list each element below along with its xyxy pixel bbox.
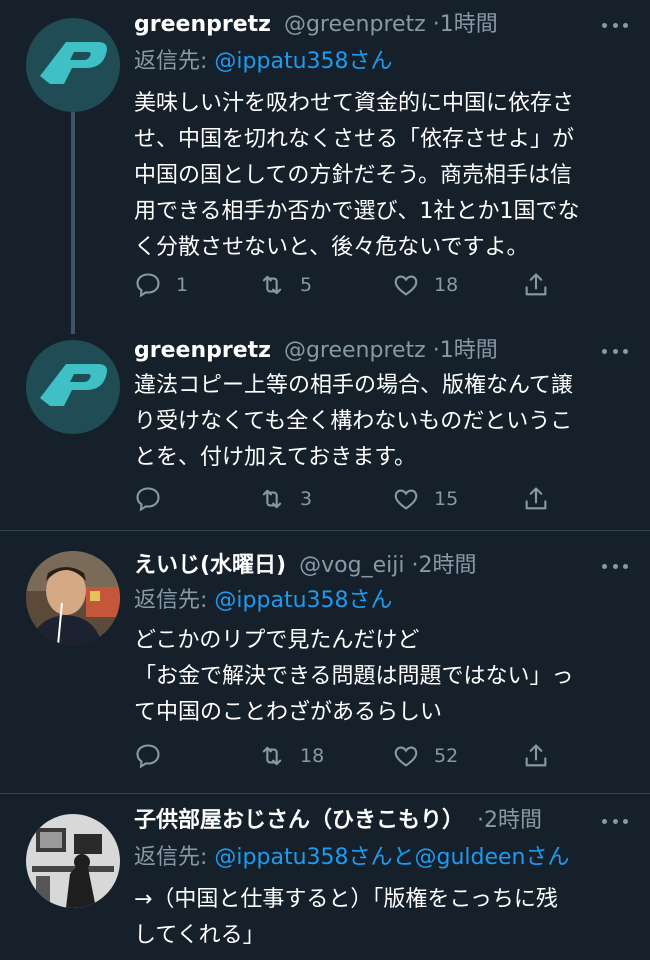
share-icon — [525, 487, 547, 510]
avatar-logo-icon — [26, 340, 120, 434]
timestamp[interactable]: ·2時間 — [411, 553, 476, 578]
reply-icon — [136, 273, 160, 298]
like-button[interactable]: 15 — [392, 482, 458, 516]
display-name[interactable]: greenpretz — [134, 338, 271, 363]
tweet-header: greenpretz @greenpretz ·1時間 — [134, 8, 498, 42]
more-icon[interactable] — [602, 346, 628, 356]
tweet-actions: 1 5 18 — [134, 268, 604, 302]
reply-prefix: 返信先: — [134, 845, 208, 870]
retweet-count: 5 — [300, 274, 313, 296]
reply-button[interactable] — [134, 482, 176, 516]
reply-prefix: 返信先: — [134, 588, 208, 613]
reply-context: 返信先: @ippatu358さん — [134, 585, 393, 617]
share-button[interactable] — [522, 482, 564, 516]
retweet-button[interactable]: 3 — [258, 482, 312, 516]
reply-context: 返信先: @ippatu358さんと@guldeenさん — [134, 842, 570, 874]
tweet-1[interactable]: greenpretz @greenpretz ·1時間 返信先: @ippatu… — [0, 0, 650, 330]
handle[interactable]: @greenpretz — [284, 12, 426, 37]
retweet-icon — [262, 746, 282, 766]
avatar-logo-icon — [26, 18, 120, 112]
reply-count: 1 — [176, 274, 189, 296]
like-icon — [394, 489, 418, 510]
retweet-icon — [262, 489, 282, 509]
share-icon — [525, 273, 547, 296]
retweet-count: 3 — [300, 488, 313, 510]
share-icon — [525, 744, 547, 767]
display-name[interactable]: 子供部屋おじさん（ひきこもり） — [134, 808, 464, 833]
avatar[interactable] — [26, 340, 120, 434]
reply-context: 返信先: @ippatu358さん — [134, 46, 393, 78]
tweet-3[interactable]: えいじ(水曜日) @vog_eiji ·2時間 返信先: @ippatu358さ… — [0, 531, 650, 793]
like-icon — [394, 275, 418, 296]
like-count: 15 — [434, 488, 459, 510]
share-button[interactable] — [522, 268, 564, 302]
reply-icon — [136, 744, 160, 769]
reply-button[interactable]: 1 — [134, 268, 188, 302]
tweet-text: →（中国と仕事すると）「版権をこっちに残 してくれる」 — [134, 887, 558, 948]
like-button[interactable]: 52 — [392, 739, 458, 773]
more-icon[interactable] — [602, 20, 628, 30]
tweet-header: 子供部屋おじさん（ひきこもり） ·2時間 — [134, 804, 542, 838]
tweet-actions: 3 15 — [134, 482, 604, 516]
display-name[interactable]: greenpretz — [134, 12, 271, 37]
reply-prefix: 返信先: — [134, 49, 208, 74]
avatar-illustration-icon — [26, 814, 120, 908]
more-icon[interactable] — [602, 561, 628, 571]
retweet-button[interactable]: 18 — [258, 739, 324, 773]
tweet-actions: 18 52 — [134, 739, 604, 773]
reply-mention-link[interactable]: @ippatu358さん — [214, 588, 392, 613]
share-button[interactable] — [522, 739, 564, 773]
avatar[interactable] — [26, 551, 120, 645]
display-name[interactable]: えいじ(水曜日) — [134, 553, 286, 578]
retweet-icon — [262, 275, 282, 295]
reply-button[interactable] — [134, 739, 176, 773]
timestamp[interactable]: ·1時間 — [433, 12, 498, 37]
avatar[interactable] — [26, 814, 120, 908]
tweet-header: greenpretz @greenpretz ·1時間 — [134, 334, 498, 368]
tweet-header: えいじ(水曜日) @vog_eiji ·2時間 — [134, 549, 476, 583]
tweet-2[interactable]: greenpretz @greenpretz ·1時間 違法コピー上等の相手の場… — [0, 330, 650, 530]
tweet-4[interactable]: 子供部屋おじさん（ひきこもり） ·2時間 返信先: @ippatu358さんと@… — [0, 794, 650, 960]
timestamp[interactable]: ·2時間 — [477, 808, 542, 833]
like-count: 52 — [434, 745, 459, 767]
tweet-text: 美味しい汁を吸わせて資金的に中国に依存さ せ、中国を切れなくさせる「依存させよ」… — [134, 91, 580, 260]
retweet-count: 18 — [300, 745, 325, 767]
like-button[interactable]: 18 — [392, 268, 458, 302]
like-icon — [394, 746, 418, 767]
like-count: 18 — [434, 274, 459, 296]
timestamp[interactable]: ·1時間 — [433, 338, 498, 363]
reply-icon — [136, 487, 160, 512]
avatar[interactable] — [26, 18, 120, 112]
handle[interactable]: @vog_eiji — [299, 553, 404, 578]
tweet-text: 違法コピー上等の相手の場合、版権なんて譲 り受けなくても全く構わないものだという… — [134, 373, 573, 470]
avatar-photo-icon — [26, 551, 120, 645]
tweet-text: どこかのリプで見たんだけど 「お金で解決できる問題は問題ではない」っ て中国のこ… — [134, 628, 574, 725]
more-icon[interactable] — [602, 816, 628, 826]
retweet-button[interactable]: 5 — [258, 268, 312, 302]
handle[interactable]: @greenpretz — [284, 338, 426, 363]
reply-mention-link[interactable]: @ippatu358さんと@guldeenさん — [214, 845, 569, 870]
reply-mention-link[interactable]: @ippatu358さん — [214, 49, 392, 74]
